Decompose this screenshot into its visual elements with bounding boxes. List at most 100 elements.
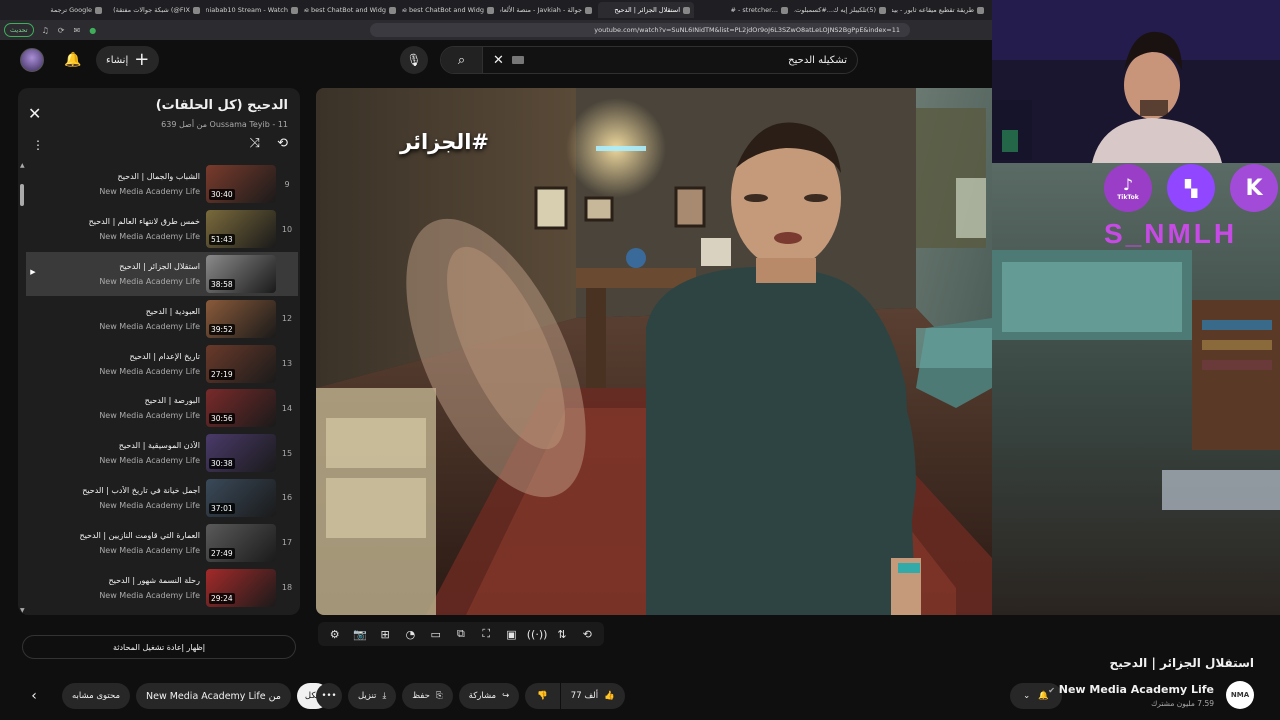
channel-avatar[interactable]: NMA (1226, 681, 1254, 709)
playlist-item[interactable]: 18 29:24 رحلة النسمة شهور | الدحيح New Medi… (26, 565, 298, 610)
settings-gear-icon[interactable]: ⚙ (325, 628, 345, 641)
messenger-icon[interactable]: ✉ (73, 26, 80, 35)
theater-mode-icon[interactable]: ▭ (426, 628, 446, 641)
playlist-item-meta: خمس طرق لانتهاء العالم | الدحيح New Media… (26, 217, 206, 241)
show-chat-replay-button[interactable]: إظهار إعادة تشغيل المحادثة (22, 635, 296, 659)
create-button[interactable]: إنشاء + (96, 46, 160, 74)
playlist-item-thumbnail[interactable]: 51:43 (206, 210, 276, 249)
playlist-item-channel: New Media Academy Life (99, 411, 200, 421)
playlist-item-thumbnail[interactable]: 39:52 (206, 299, 276, 338)
account-avatar[interactable] (20, 48, 44, 72)
tab-label: aniabab10 Stream - Watch... (206, 6, 288, 14)
chip-from-channel[interactable]: New Media Academy Life من (136, 683, 291, 709)
more-actions-button[interactable]: ••• (316, 683, 342, 709)
picture-in-picture-icon[interactable]: ⧉ (451, 627, 471, 641)
scroll-up-icon[interactable]: ▲ (20, 162, 25, 169)
loop-icon[interactable]: ⟲ (277, 136, 288, 151)
playlist-item-title[interactable]: الشباب والجمال | الدحيح (26, 172, 200, 181)
playlist-item-meta: البورصة | الدحيح New Media Academy Life (26, 396, 206, 420)
voice-search-mic-icon[interactable]: 🎙 (400, 46, 428, 74)
playlist-item-meta: الأذن الموسيقية | الدحيح New Media Academ… (26, 441, 206, 465)
playlist-item-title[interactable]: أجمل خيانة في تاريخ الأدب | الدحيح (26, 486, 200, 495)
chip-related[interactable]: محتوى مشابه (62, 683, 130, 709)
playlist-item[interactable]: 12 39:52 العبودية | الدحيح New Media Academ… (26, 296, 298, 341)
search-button[interactable]: ⌕ (441, 47, 483, 73)
playlist-item-duration: 27:49 (209, 547, 235, 559)
playlist-item-channel: New Media Academy Life (99, 232, 200, 242)
browser-tab[interactable]: ...stretcher - # (696, 2, 792, 18)
keyboard-icon[interactable] (511, 56, 524, 64)
playlist-item-thumbnail[interactable]: 30:40 (206, 165, 276, 204)
playlist-item[interactable]: 10 51:43 خمس طرق لانتهاء العالم | الدحيح Ne… (26, 207, 298, 252)
tab-favicon-icon (683, 6, 690, 14)
playlist-item-title[interactable]: الأذن الموسيقية | الدحيح (26, 441, 200, 450)
browser-tab[interactable]: aniabab10 Stream - Watch... (206, 2, 302, 18)
playlist-item-thumbnail[interactable]: 29:24 (206, 568, 276, 607)
fullscreen-icon[interactable]: ⛶ (476, 627, 496, 641)
playlist-item-thumbnail[interactable]: 27:49 (206, 523, 276, 562)
playlist-item[interactable]: 13 27:19 تاريخ الإعدام | الدحيح New Media A… (26, 341, 298, 386)
playlist-item[interactable]: 14 30:56 البورصة | الدحيح New Media Academy… (26, 386, 298, 431)
playlist-more-icon[interactable]: ⋮ (32, 138, 44, 152)
whatsapp-icon[interactable]: ● (89, 26, 96, 35)
browser-tab[interactable]: طريقة تقطيع ميقاعه ثابور - بيد... (892, 2, 988, 18)
share-button[interactable]: مشاركة ↪ (458, 683, 520, 709)
playlist-item-title[interactable]: خمس طرق لانتهاء العالم | الدحيح (26, 217, 200, 226)
chevron-left-icon[interactable]: ‹ (22, 688, 46, 704)
notifications-bell-icon[interactable]: 🔔 (62, 49, 84, 71)
playlist-item-index: 14 (281, 403, 293, 413)
download-button[interactable]: تنزيل ⤓ (348, 683, 397, 709)
audio-waves-icon[interactable]: ((·)) (527, 628, 548, 641)
browser-tab[interactable]: استقلال الجزائر | الدحيح (598, 2, 694, 18)
playlist-title[interactable]: الدحيح (كل الحلقات) (156, 98, 288, 113)
playlist-item-thumbnail[interactable]: 30:56 (206, 389, 276, 428)
playlist-item[interactable]: 17 27:49 العمارة التي قاومت النازيين | الد… (26, 520, 298, 565)
add-clip-icon[interactable]: ⊞ (375, 628, 395, 641)
playlist-item[interactable]: ▶ 38:58 استقلال الجزائر | الدحيح New Media … (26, 251, 298, 297)
sync-icon[interactable]: ⟳ (58, 26, 65, 35)
sort-arrows-icon[interactable]: ⇅ (552, 628, 572, 641)
playlist-item-title[interactable]: استقلال الجزائر | الدحيح (26, 262, 200, 271)
browser-tab[interactable]: Google ترجمة (10, 2, 106, 18)
playlist-item-title[interactable]: العبودية | الدحيح (26, 307, 200, 316)
search-input[interactable]: تشكيله الدحيح (524, 55, 857, 66)
browser-tab[interactable]: The best ChatBot and Widg... (402, 2, 498, 18)
scroll-thumb[interactable] (20, 184, 24, 206)
video-player[interactable] (316, 88, 992, 615)
playlist-item-title[interactable]: رحلة النسمة شهور | الدحيح (26, 576, 200, 585)
music-icon[interactable]: ♫ (42, 26, 49, 35)
playlist-item-thumbnail[interactable]: 27:19 (206, 344, 276, 383)
update-button[interactable]: تحديث (4, 23, 34, 37)
playlist-item-thumbnail[interactable]: 37:01 (206, 478, 276, 517)
speed-gauge-icon[interactable]: ◔ (400, 628, 420, 641)
playlist-item-duration: 51:43 (209, 234, 235, 246)
channel-name[interactable]: New Media Academy Life (1059, 683, 1214, 696)
save-button[interactable]: حفظ ⎘ (402, 683, 453, 709)
browser-tab[interactable]: FIX@) شبكة جوالات مفتقة) (108, 2, 204, 18)
browser-tab[interactable]: جوالة - Javkiah - منصة الألعاب... (500, 2, 596, 18)
shuffle-icon[interactable]: ⤨ (250, 136, 260, 151)
playlist-item[interactable]: 9 30:40 الشباب والجمال | الدحيح New Media A… (26, 162, 298, 207)
scroll-down-icon[interactable]: ▼ (20, 607, 25, 614)
playlist-item[interactable]: 15 30:38 الأذن الموسيقية | الدحيح New Media… (26, 431, 298, 476)
playlist-item-thumbnail[interactable]: 30:38 (206, 434, 276, 473)
search-box: ⌕ ✕ تشكيله الدحيح (440, 46, 858, 74)
url-field[interactable]: youtube.com/watch?v=SuNL6INidTM&list=PL2… (370, 23, 910, 37)
browser-tab[interactable]: The best ChatBot and Widg... (304, 2, 400, 18)
cinema-icon[interactable]: ▣ (501, 628, 521, 641)
tab-label: جوالة - Javkiah - منصة الألعاب... (500, 6, 582, 14)
playlist-item-thumbnail[interactable]: 38:58 (206, 254, 276, 293)
clear-search-icon[interactable]: ✕ (493, 53, 504, 68)
playlist-item[interactable]: 16 37:01 أجمل خيانة في تاريخ الأدب | الدحي… (26, 476, 298, 521)
playlist-item-title[interactable]: تاريخ الإعدام | الدحيح (26, 352, 200, 361)
repeat-icon[interactable]: ⟲ (577, 628, 597, 641)
more-dots-icon: ••• (321, 691, 337, 701)
channel-name-row[interactable]: ✔ New Media Academy Life (1048, 683, 1214, 696)
playlist-item-title[interactable]: البورصة | الدحيح (26, 396, 200, 405)
dislike-button[interactable]: 👎 (525, 683, 560, 709)
playlist-item-title[interactable]: العمارة التي قاومت النازيين | الدحيح (26, 531, 200, 540)
close-playlist-icon[interactable]: ✕ (28, 104, 41, 123)
browser-tab[interactable]: (5)تلكيبلز إيه ك...#كسمبلوت... (794, 2, 890, 18)
screenshot-camera-icon[interactable]: 📷 (350, 628, 370, 641)
like-button[interactable]: 77 ألف 👍 (560, 683, 625, 709)
